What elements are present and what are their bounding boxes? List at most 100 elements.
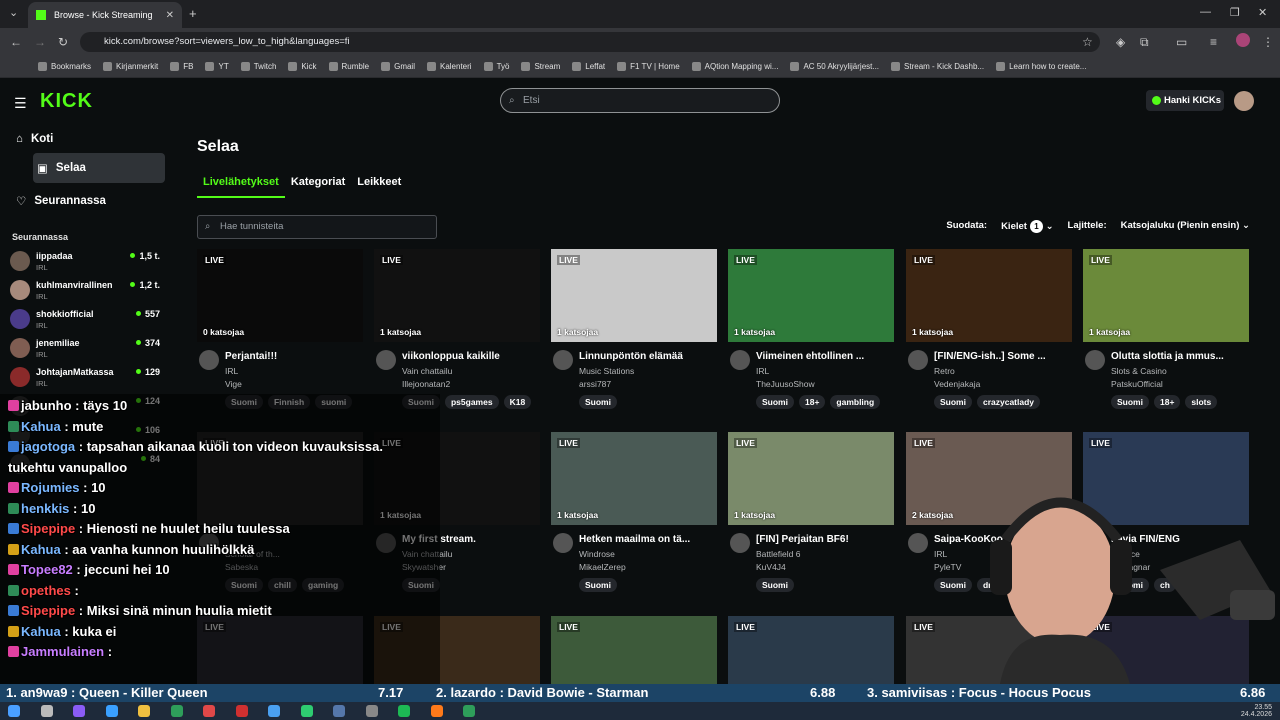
stream-card[interactable]: LIVE 1 katsojaa Olutta slottia ja mmus... S… — [1083, 249, 1249, 414]
kick-logo[interactable]: KICK — [40, 90, 93, 113]
bookmark-item[interactable]: Leffat — [572, 62, 605, 71]
bookmark-item[interactable]: Twitch — [240, 62, 276, 71]
chat-username[interactable]: jagotoga — [21, 439, 75, 454]
stream-card[interactable]: LIVE 1 katsojaa [FIN/ENG-ish..] Some ... Re… — [906, 249, 1072, 414]
taskbar-app-icon[interactable] — [40, 705, 53, 717]
tag-chip[interactable]: Suomi — [1111, 395, 1149, 409]
forward-icon[interactable]: → — [34, 35, 46, 49]
streamer-name[interactable]: KuV4J4 — [756, 562, 786, 572]
stream-category[interactable]: Battlefield 6 — [756, 549, 800, 559]
chat-username[interactable]: Sipepipe — [21, 521, 75, 536]
bookmark-star-icon[interactable]: ☆ — [1082, 35, 1093, 49]
taskbar-app-icon[interactable] — [203, 705, 215, 717]
stream-thumbnail[interactable]: LIVE 1 katsojaa — [551, 249, 717, 342]
tab-livestreams[interactable]: Livelähetykset — [197, 176, 285, 198]
stream-title[interactable]: Linnunpöntön elämää — [579, 351, 717, 362]
chat-username[interactable]: Sipepipe — [21, 603, 75, 618]
sort-dropdown[interactable]: Katsojaluku (Pienin ensin) ⌄ — [1121, 220, 1250, 233]
tag-chip[interactable]: ps5games — [444, 395, 499, 409]
stream-card[interactable]: LIVE 1 katsojaa Viimeinen ehtollinen ... IR… — [728, 249, 894, 414]
bookmark-item[interactable]: Kirjanmerkit — [103, 62, 158, 71]
extension-icon[interactable]: ◈ — [1116, 35, 1125, 49]
profile-icon[interactable] — [1236, 33, 1250, 47]
tag-chip[interactable]: 18+ — [1153, 395, 1181, 409]
taskbar-app-icon[interactable] — [170, 705, 183, 717]
stream-category[interactable]: Music Stations — [579, 366, 634, 376]
chat-username[interactable]: henkkis — [21, 501, 69, 516]
bookmark-item[interactable]: YT — [205, 62, 229, 71]
reload-icon[interactable]: ↻ — [58, 35, 68, 49]
streamer-avatar[interactable] — [908, 350, 928, 370]
stream-title[interactable]: Viimeinen ehtollinen ... — [756, 351, 894, 362]
stream-thumbnail[interactable]: LIVE 1 katsojaa — [551, 432, 717, 525]
stream-thumbnail[interactable]: LIVE 0 katsojaa — [197, 249, 363, 342]
bookmark-item[interactable]: Rumble — [328, 62, 369, 71]
bookmark-item[interactable]: Gmail — [381, 62, 415, 71]
stream-thumbnail[interactable]: LIVE 1 katsojaa — [1083, 249, 1249, 342]
stream-card[interactable]: LIVE 1 katsojaa [FIN] Perjaitan BF6! Battle… — [728, 432, 894, 597]
search-input[interactable]: ⌕ Etsi — [500, 88, 780, 113]
tag-chip[interactable]: gambling — [830, 395, 881, 409]
bookmark-item[interactable]: Työ — [483, 62, 509, 71]
tag-chip[interactable]: Suomi — [756, 578, 794, 592]
sidebar-item-browse[interactable]: ▣ Selaa — [33, 153, 165, 183]
streamer-name[interactable]: MikaelZerep — [579, 562, 626, 572]
taskbar-app-icon[interactable] — [430, 705, 443, 717]
stream-title[interactable]: Hetken maailma on tä... — [579, 534, 717, 545]
bookmark-item[interactable]: AQtion Mapping wi... — [691, 62, 778, 71]
stream-card[interactable]: LIVE 1 katsojaa Linnunpöntön elämää Music S… — [551, 249, 717, 414]
streamer-name[interactable]: PatskuOfficial — [1111, 379, 1163, 389]
streamer-avatar[interactable] — [553, 533, 573, 553]
stream-category[interactable]: Vain chattailu — [402, 366, 452, 376]
streamer-name[interactable]: Vige — [225, 379, 242, 389]
tab-search-icon[interactable]: ⌄ — [9, 6, 18, 19]
chat-username[interactable]: Kahua — [21, 624, 61, 639]
streamer-name[interactable]: Illejoonatan2 — [402, 379, 450, 389]
get-kicks-button[interactable]: Hanki KICKs — [1146, 90, 1224, 111]
bookmark-item[interactable]: Learn how to create... — [996, 62, 1086, 71]
stream-thumbnail[interactable]: LIVE 1 katsojaa — [906, 249, 1072, 342]
user-avatar[interactable] — [1234, 91, 1254, 111]
taskbar-app-icon[interactable] — [138, 705, 150, 717]
tag-chip[interactable]: Suomi — [756, 395, 794, 409]
stream-card[interactable]: LIVE 1 katsojaa Hetken maailma on tä... Win… — [551, 432, 717, 597]
taskbar-app-icon[interactable] — [268, 705, 280, 717]
chat-username[interactable]: jabunho — [21, 398, 72, 413]
taskbar-app-icon[interactable] — [105, 705, 118, 717]
taskbar-app-icon[interactable] — [333, 705, 345, 717]
stream-thumbnail[interactable]: LIVE 1 katsojaa — [728, 432, 894, 525]
streamer-name[interactable]: Vedenjakaja — [934, 379, 980, 389]
streamer-avatar[interactable] — [730, 533, 750, 553]
streamer-avatar[interactable] — [908, 533, 928, 553]
chat-username[interactable]: Jammulainen — [21, 644, 104, 659]
chat-username[interactable]: Kahua — [21, 419, 61, 434]
streamer-avatar[interactable] — [376, 350, 396, 370]
streamer-avatar[interactable] — [730, 350, 750, 370]
stream-thumbnail[interactable]: LIVE — [728, 616, 894, 684]
stream-title[interactable]: viikonloppua kaikille — [402, 351, 540, 362]
streamer-avatar[interactable] — [1085, 350, 1105, 370]
bookmark-item[interactable]: F1 TV | Home — [617, 62, 680, 71]
streamer-name[interactable]: arssi787 — [579, 379, 611, 389]
following-channel[interactable]: JohtajanMatkassa IRL 129 — [10, 364, 162, 392]
following-channel[interactable]: shokkiofficial IRL 557 — [10, 306, 162, 334]
languages-filter[interactable]: Kielet 1 ⌄ — [1001, 220, 1054, 233]
sidebar-item-following[interactable]: ♡ Seurannassa — [0, 186, 175, 216]
bookmark-item[interactable]: AC 50 Akryylijärjest... — [790, 62, 879, 71]
bookmark-item[interactable]: Stream - Kick Dashb... — [891, 62, 984, 71]
taskbar-app-icon[interactable] — [398, 705, 410, 717]
bookmark-item[interactable]: Stream — [521, 62, 560, 71]
bookmark-item[interactable]: Kick — [288, 62, 317, 71]
browser-tab[interactable]: Browse - Kick Streaming ✕ — [28, 2, 182, 28]
puzzle-icon[interactable]: ⧉ — [1140, 35, 1149, 50]
bookmark-item[interactable]: Kalenteri — [426, 62, 472, 71]
close-tab-icon[interactable]: ✕ — [166, 10, 174, 21]
stream-thumbnail[interactable]: LIVE — [551, 616, 717, 684]
tab-categories[interactable]: Kategoriat — [285, 176, 351, 198]
taskbar-app-icon[interactable] — [300, 705, 313, 717]
stream-card[interactable]: LIVE0 katsojaaPerjantai!!!IRLVigeSuomiFi… — [197, 249, 363, 414]
tag-chip[interactable]: Suomi — [579, 395, 617, 409]
tag-chip[interactable]: crazycatlady — [976, 395, 1041, 409]
stream-category[interactable]: IRL — [756, 366, 769, 376]
chat-username[interactable]: Rojumies — [21, 480, 80, 495]
